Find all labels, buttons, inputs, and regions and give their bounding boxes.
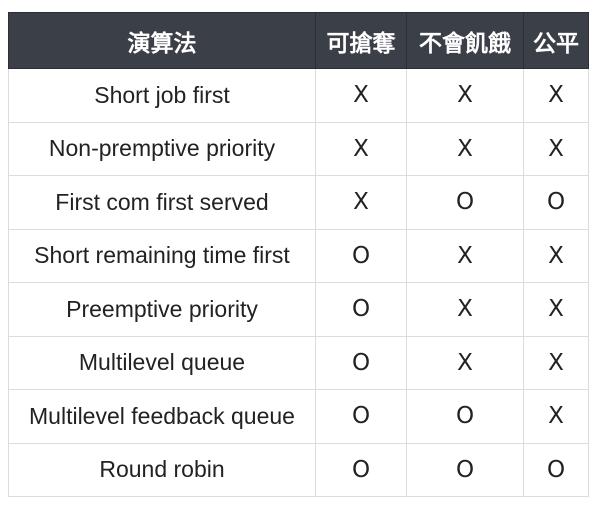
no-starvation-cell: X [406,335,524,390]
table-row: Short job first X X X [8,68,589,123]
header-preemptive: 可搶奪 [315,12,407,69]
table-row: Short remaining time first O X X [8,228,589,283]
preemptive-cell: O [315,442,407,497]
table-row: Multilevel queue O X X [8,335,589,390]
table-body: Short job first X X X Non-premptive prio… [8,68,589,497]
algorithm-name: Short remaining time first [8,228,316,283]
table-header: 演算法 可搶奪 不會飢餓 公平 [8,12,589,69]
algorithm-name: Short job first [8,68,316,123]
preemptive-cell: X [315,175,407,230]
algorithm-name: Non-premptive priority [8,121,316,176]
algorithm-name: Round robin [8,442,316,497]
fair-cell: X [523,68,589,123]
fair-cell: X [523,228,589,283]
fair-cell: X [523,389,589,444]
preemptive-cell: X [315,121,407,176]
fair-cell: O [523,442,589,497]
algorithm-name: Preemptive priority [8,282,316,337]
no-starvation-cell: O [406,389,524,444]
algorithm-name: Multilevel feedback queue [8,389,316,444]
no-starvation-cell: O [406,175,524,230]
table-row: Non-premptive priority X X X [8,121,589,176]
no-starvation-cell: X [406,282,524,337]
no-starvation-cell: X [406,68,524,123]
preemptive-cell: O [315,335,407,390]
no-starvation-cell: O [406,442,524,497]
table-row: Multilevel feedback queue O O X [8,389,589,444]
fair-cell: O [523,175,589,230]
table-row: Preemptive priority O X X [8,282,589,337]
header-algorithm: 演算法 [8,12,316,69]
fair-cell: X [523,121,589,176]
algorithm-name: Multilevel queue [8,335,316,390]
table-row: First com first served X O O [8,175,589,230]
preemptive-cell: O [315,389,407,444]
header-fair: 公平 [523,12,589,69]
preemptive-cell: O [315,282,407,337]
table-row: Round robin O O O [8,442,589,497]
no-starvation-cell: X [406,121,524,176]
algorithm-name: First com first served [8,175,316,230]
scheduling-comparison-table: 演算法 可搶奪 不會飢餓 公平 Short job first X X X No… [8,12,589,497]
fair-cell: X [523,282,589,337]
header-row: 演算法 可搶奪 不會飢餓 公平 [8,12,589,69]
header-no-starvation: 不會飢餓 [406,12,524,69]
preemptive-cell: X [315,68,407,123]
fair-cell: X [523,335,589,390]
no-starvation-cell: X [406,228,524,283]
scheduling-comparison-table-container: 演算法 可搶奪 不會飢餓 公平 Short job first X X X No… [8,12,589,497]
preemptive-cell: O [315,228,407,283]
